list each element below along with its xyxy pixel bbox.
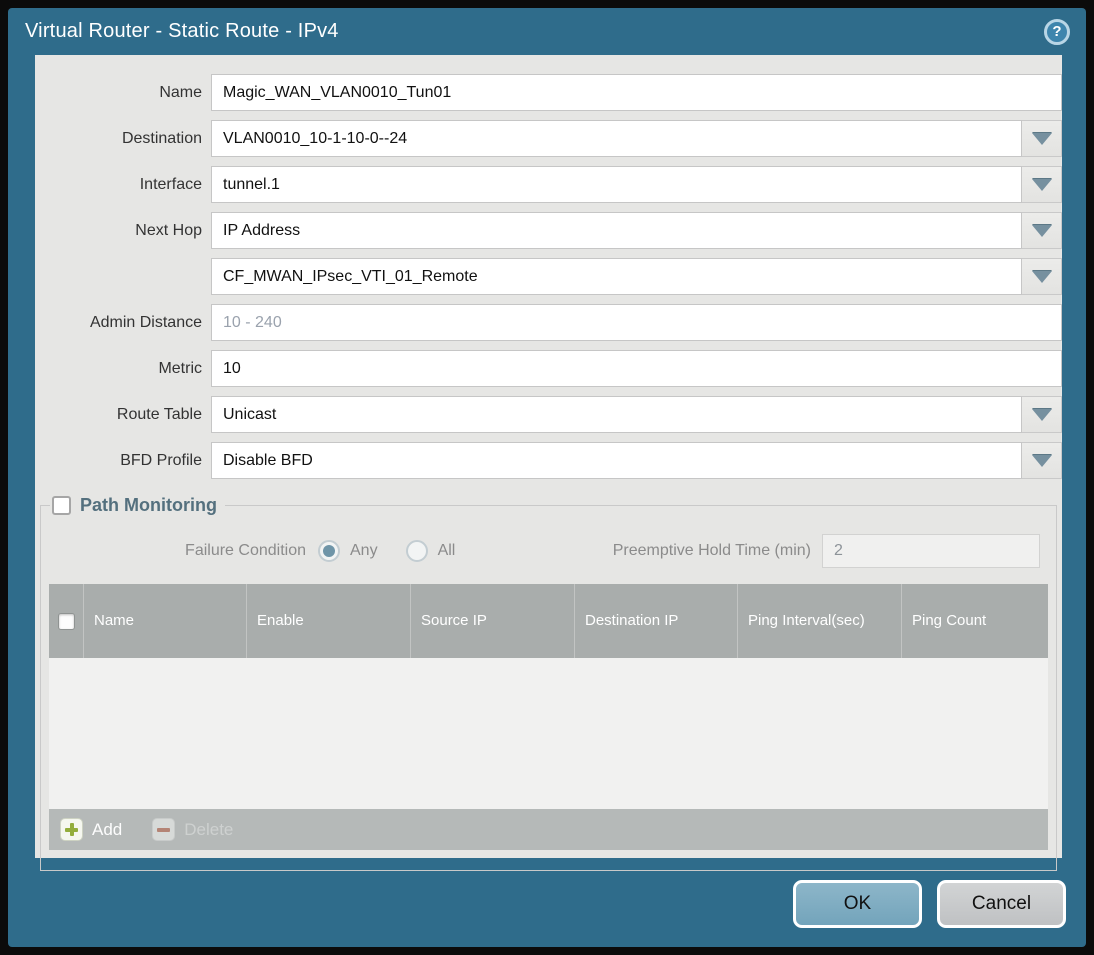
admin-distance-field (211, 304, 1062, 341)
table-header-ping-interval[interactable]: Ping Interval(sec) (738, 584, 902, 658)
dialog-footer: OK Cancel (793, 880, 1066, 928)
radio-all-label: All (437, 542, 456, 559)
table-toolbar: Add Delete (49, 809, 1048, 850)
failure-condition-label: Failure Condition (185, 542, 306, 559)
admin-distance-input[interactable] (211, 304, 1062, 341)
chevron-down-icon (1031, 178, 1052, 191)
next-hop-address-input[interactable] (211, 258, 1022, 295)
metric-input[interactable] (211, 350, 1062, 387)
next-hop-address-row (35, 258, 1062, 295)
table-header-name[interactable]: Name (84, 584, 247, 658)
destination-dropdown-button[interactable] (1022, 120, 1062, 157)
radio-icon-any (318, 540, 340, 562)
table-header-checkbox-cell (49, 584, 84, 658)
interface-label: Interface (139, 175, 202, 193)
name-label: Name (159, 83, 202, 101)
failure-condition-row: Failure Condition Any All Preemptive Hol… (48, 534, 1049, 568)
path-monitoring-legend: Path Monitoring (50, 495, 225, 516)
route-table-input[interactable] (211, 396, 1022, 433)
destination-row: Destination (35, 120, 1062, 157)
next-hop-address-dropdown-button[interactable] (1022, 258, 1062, 295)
name-row: Name (35, 74, 1062, 111)
next-hop-type-input[interactable] (211, 212, 1022, 249)
bfd-profile-dropdown-button[interactable] (1022, 442, 1062, 479)
interface-row: Interface (35, 166, 1062, 203)
next-hop-row: Next Hop (35, 212, 1062, 249)
next-hop-dropdown-button[interactable] (1022, 212, 1062, 249)
bfd-profile-input[interactable] (211, 442, 1022, 479)
static-route-dialog: Virtual Router - Static Route - IPv4 ? N… (8, 8, 1086, 947)
name-field (211, 74, 1062, 111)
destination-input[interactable] (211, 120, 1022, 157)
table-header-enable[interactable]: Enable (247, 584, 411, 658)
bfd-profile-label: BFD Profile (120, 451, 202, 469)
admin-distance-row: Admin Distance (35, 304, 1062, 341)
failure-condition-radio-all[interactable]: All (405, 540, 456, 562)
chevron-down-icon (1031, 454, 1052, 467)
chevron-down-icon (1031, 270, 1052, 283)
dialog-titlebar: Virtual Router - Static Route - IPv4 ? (8, 8, 1086, 55)
next-hop-label: Next Hop (135, 221, 202, 239)
destination-field (211, 120, 1062, 157)
table-header-source-ip[interactable]: Source IP (411, 584, 575, 658)
add-button-label: Add (92, 819, 123, 839)
bfd-profile-field (211, 442, 1062, 479)
path-monitoring-title: Path Monitoring (80, 495, 217, 515)
metric-field (211, 350, 1062, 387)
next-hop-field (211, 212, 1062, 249)
help-icon-glyph: ? (1052, 23, 1062, 40)
admin-distance-label: Admin Distance (89, 313, 202, 331)
radio-any-label: Any (350, 542, 378, 559)
minus-icon (152, 818, 176, 841)
table-header-row: Name Enable Source IP Destination IP Pin… (49, 584, 1048, 658)
interface-input[interactable] (211, 166, 1022, 203)
preemptive-hold-time-label: Preemptive Hold Time (min) (612, 542, 811, 559)
select-all-checkbox[interactable] (57, 612, 75, 630)
add-button[interactable]: Add (60, 818, 122, 841)
delete-button-label: Delete (184, 819, 234, 839)
radio-icon-all (405, 540, 428, 562)
bfd-profile-row: BFD Profile (35, 442, 1062, 479)
chevron-down-icon (1031, 132, 1052, 145)
plus-icon (60, 818, 83, 841)
help-icon[interactable]: ? (1044, 18, 1070, 45)
interface-dropdown-button[interactable] (1022, 166, 1062, 203)
next-hop-address-field (211, 258, 1062, 295)
dialog-title: Virtual Router - Static Route - IPv4 (25, 20, 339, 42)
chevron-down-icon (1031, 224, 1052, 237)
path-monitoring-section: Path Monitoring Failure Condition Any Al… (40, 495, 1057, 871)
failure-condition-radio-any[interactable]: Any (318, 540, 378, 562)
route-table-label: Route Table (116, 405, 202, 423)
table-body-empty (49, 658, 1048, 809)
ok-button[interactable]: OK (793, 880, 922, 928)
route-table-field (211, 396, 1062, 433)
dialog-content: Name Destination Interface (35, 55, 1062, 871)
chevron-down-icon (1031, 408, 1052, 421)
preemptive-hold-time-input[interactable] (822, 534, 1040, 568)
path-monitoring-checkbox[interactable] (52, 496, 71, 515)
destination-label: Destination (121, 129, 202, 147)
metric-label: Metric (158, 359, 202, 377)
table-header-destination-ip[interactable]: Destination IP (575, 584, 738, 658)
delete-button[interactable]: Delete (152, 818, 233, 841)
interface-field (211, 166, 1062, 203)
route-table-dropdown-button[interactable] (1022, 396, 1062, 433)
path-monitoring-table: Name Enable Source IP Destination IP Pin… (49, 584, 1048, 850)
name-input[interactable] (211, 74, 1062, 111)
metric-row: Metric (35, 350, 1062, 387)
table-header-ping-count[interactable]: Ping Count (902, 584, 1048, 658)
route-table-row: Route Table (35, 396, 1062, 433)
cancel-button[interactable]: Cancel (937, 880, 1066, 928)
